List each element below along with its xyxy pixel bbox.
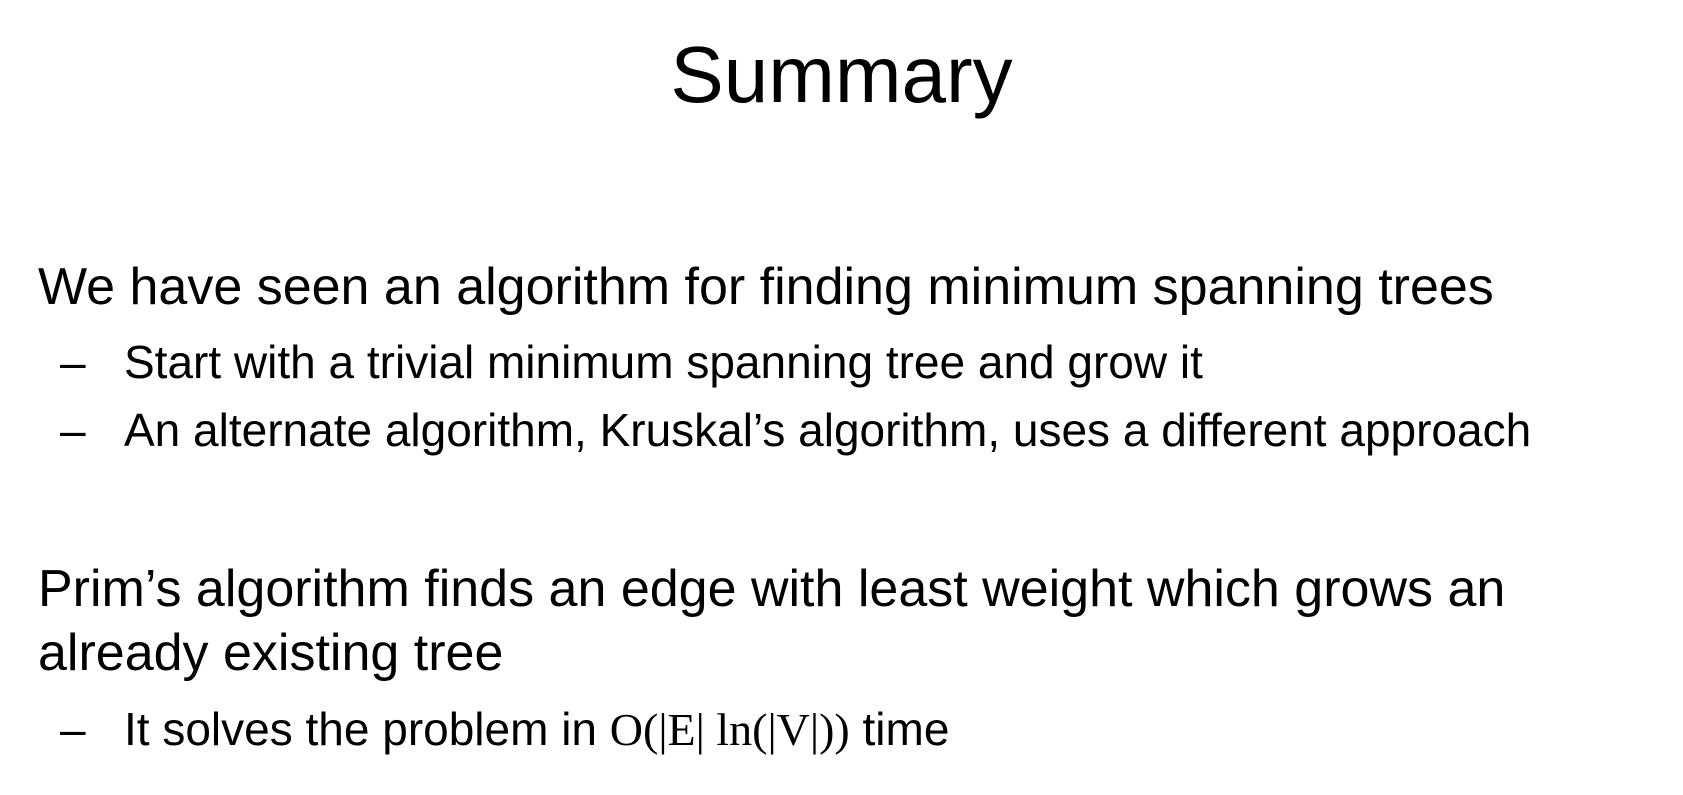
bullet-item: – An alternate algorithm, Kruskal’s algo…: [0, 407, 1683, 453]
bullet-item: – It solves the problem in O(|E| ln(|V|)…: [0, 703, 1683, 755]
bullet-text: An alternate algorithm, Kruskal’s algori…: [124, 404, 1532, 456]
bullet-dash: –: [60, 703, 86, 755]
bullet-text: Start with a trivial minimum spanning tr…: [124, 336, 1203, 388]
bullet-item: – Start with a trivial minimum spanning …: [0, 339, 1683, 385]
paragraph-1: We have seen an algorithm for finding mi…: [38, 258, 1494, 316]
complexity-formula: O(|E| ln(|V|)): [609, 704, 850, 755]
bullet-prefix: It solves the problem in: [124, 703, 610, 755]
bullet-dash: –: [60, 336, 86, 388]
paragraph-2-line-2: already existing tree: [38, 624, 504, 682]
bullet-text: It solves the problem in O(|E| ln(|V|)) …: [124, 706, 949, 753]
bullet-dash: –: [60, 404, 86, 456]
bullet-suffix: time: [849, 703, 950, 755]
slide-title: Summary: [670, 30, 1013, 119]
paragraph-2-line-1: Prim’s algorithm finds an edge with leas…: [38, 560, 1506, 618]
